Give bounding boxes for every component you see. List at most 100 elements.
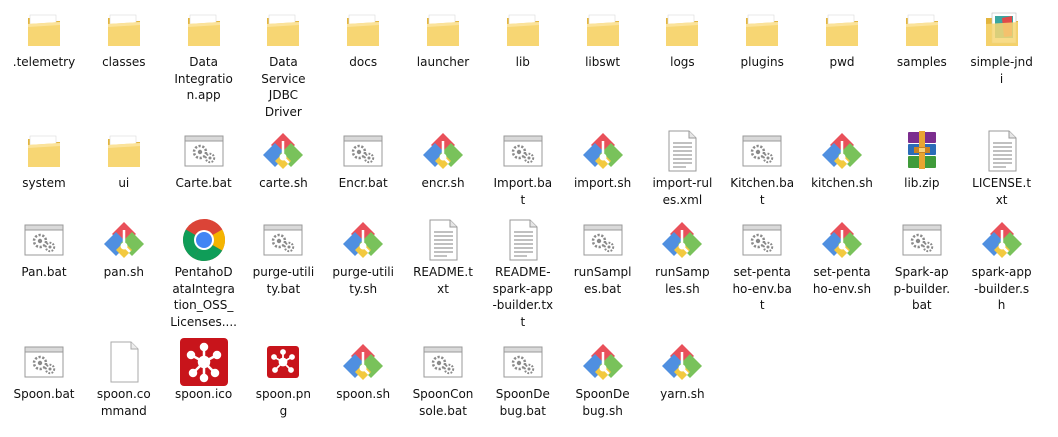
file-item-readme-spark-app-builder-txt[interactable]: README-spark-app -builder.tx t — [483, 210, 563, 329]
file-name-label: purge-utili ty.sh — [332, 265, 394, 296]
file-name-label: simple-jnd i — [970, 55, 1033, 86]
file-item-pan-bat[interactable]: Pan.bat — [4, 210, 84, 310]
file-item-logs[interactable]: logs — [642, 0, 722, 100]
folder-image-icon — [978, 6, 1026, 54]
file-name-label: ui — [118, 176, 130, 190]
file-name-label: .telemetry — [12, 55, 76, 69]
file-item-carte-sh[interactable]: carte.sh — [243, 121, 323, 221]
file-item-readme-txt[interactable]: README.t xt — [403, 210, 483, 310]
file-item-import-rules-xml[interactable]: import-rul es.xml — [642, 121, 722, 221]
file-item-kitchen-bat[interactable]: Kitchen.ba t — [722, 121, 802, 221]
file-name-label: set-penta ho-env.sh — [812, 265, 872, 296]
file-item-lib[interactable]: lib — [483, 0, 563, 100]
file-item-spark-app-builder-bat[interactable]: Spark-ap p-builder. bat — [882, 210, 962, 312]
batch-file-icon — [339, 127, 387, 175]
chrome-icon — [180, 216, 228, 264]
file-item-simple-jndi[interactable]: simple-jnd i — [962, 0, 1042, 100]
file-name-label: PentahoD ataIntegra tion_OSS_ Licenses.... — [170, 265, 237, 329]
file-item-data-service-jdbc-driver[interactable]: Data Service JDBC Driver — [243, 0, 323, 119]
file-name-label: spoon.co mmand — [96, 387, 151, 418]
text-file-icon — [658, 127, 706, 175]
file-name-label: Encr.bat — [338, 176, 388, 190]
file-item-spoonconsole-bat[interactable]: SpoonCon sole.bat — [403, 332, 483, 432]
file-name-label: spoon.pn g — [255, 387, 311, 418]
file-item-pan-sh[interactable]: pan.sh — [84, 210, 164, 310]
file-item-spoon-sh[interactable]: spoon.sh — [323, 332, 403, 432]
file-name-label: README.t xt — [413, 265, 473, 296]
file-name-label: docs — [349, 55, 378, 69]
file-item-launcher[interactable]: launcher — [403, 0, 483, 100]
folder-icon — [20, 127, 68, 175]
batch-file-icon — [419, 338, 467, 386]
file-name-label: purge-utili ty.bat — [252, 265, 315, 296]
shell-script-icon — [579, 127, 627, 175]
file-item-lib-zip[interactable]: lib.zip — [882, 121, 962, 221]
file-item-kitchen-sh[interactable]: kitchen.sh — [802, 121, 882, 221]
file-name-label: Kitchen.ba t — [730, 176, 795, 207]
file-item-spoon-png[interactable]: spoon.pn g — [243, 332, 323, 432]
file-item-samples[interactable]: samples — [882, 0, 962, 100]
file-name-label: yarn.sh — [660, 387, 705, 401]
file-name-label: carte.sh — [259, 176, 308, 190]
file-item-purge-utility-bat[interactable]: purge-utili ty.bat — [243, 210, 323, 310]
text-file-icon — [499, 216, 547, 264]
file-name-label: lib.zip — [904, 176, 940, 190]
file-item-import-bat[interactable]: Import.ba t — [483, 121, 563, 221]
file-name-label: Spark-ap p-builder. bat — [893, 265, 951, 312]
folder-icon — [898, 6, 946, 54]
file-item-carte-bat[interactable]: Carte.bat — [164, 121, 244, 221]
pentaho-ico-icon — [180, 338, 228, 386]
file-item-spoondebug-bat[interactable]: SpoonDe bug.bat — [483, 332, 563, 432]
shell-script-icon — [818, 127, 866, 175]
file-item-docs[interactable]: docs — [323, 0, 403, 100]
file-item-spark-app-builder-sh[interactable]: spark-app -builder.s h — [962, 210, 1042, 312]
file-name-label: samples — [896, 55, 947, 69]
shell-script-icon — [100, 216, 148, 264]
folder-icon — [20, 6, 68, 54]
file-item-spoon-bat[interactable]: Spoon.bat — [4, 332, 84, 432]
file-name-label: set-penta ho-env.ba t — [732, 265, 792, 312]
file-item-runsamples-sh[interactable]: runSamp les.sh — [642, 210, 722, 310]
file-name-label: libswt — [585, 55, 621, 69]
file-item-data-integration-app[interactable]: Data Integratio n.app — [164, 0, 244, 102]
file-item-pwd[interactable]: pwd — [802, 0, 882, 100]
file-item-yarn-sh[interactable]: yarn.sh — [642, 332, 722, 432]
file-item-import-sh[interactable]: import.sh — [563, 121, 643, 221]
folder-icon — [738, 6, 786, 54]
file-name-label: lib — [515, 55, 530, 69]
file-item-license-txt[interactable]: LICENSE.t xt — [962, 121, 1042, 221]
file-item-encr-sh[interactable]: encr.sh — [403, 121, 483, 221]
file-item-spoon-command[interactable]: spoon.co mmand — [84, 332, 164, 432]
batch-file-icon — [898, 216, 946, 264]
file-item-spoon-ico[interactable]: spoon.ico — [164, 332, 244, 432]
file-item-runsamples-bat[interactable]: runSampl es.bat — [563, 210, 643, 310]
folder-icon — [818, 6, 866, 54]
file-item-libswt[interactable]: libswt — [563, 0, 643, 100]
file-name-label: Pan.bat — [21, 265, 67, 279]
file-item-plugins[interactable]: plugins — [722, 0, 802, 100]
file-item-ui[interactable]: ui — [84, 121, 164, 221]
file-name-label: logs — [670, 55, 695, 69]
file-item-set-pentaho-env-sh[interactable]: set-penta ho-env.sh — [802, 210, 882, 310]
file-name-label: launcher — [416, 55, 470, 69]
file-item-system[interactable]: system — [4, 121, 84, 221]
file-name-label: SpoonCon sole.bat — [412, 387, 474, 418]
shell-script-icon — [818, 216, 866, 264]
file-item-encr-bat[interactable]: Encr.bat — [323, 121, 403, 221]
batch-file-icon — [738, 127, 786, 175]
winrar-archive-icon — [898, 127, 946, 175]
folder-icon — [658, 6, 706, 54]
file-name-label: SpoonDe bug.sh — [575, 387, 630, 418]
folder-icon — [259, 6, 307, 54]
file-icon-grid: .telemetry classes Data Integratio n.app Data… — [0, 0, 1058, 437]
file-item-pentahodataintegration-oss-licenses[interactable]: PentahoD ataIntegra tion_OSS_ Licenses.... — [164, 210, 244, 329]
file-item-spoondebug-sh[interactable]: SpoonDe bug.sh — [563, 332, 643, 432]
file-item-set-pentaho-env-bat[interactable]: set-penta ho-env.ba t — [722, 210, 802, 312]
file-item-telemetry[interactable]: .telemetry — [4, 0, 84, 100]
file-item-classes[interactable]: classes — [84, 0, 164, 100]
folder-icon — [100, 127, 148, 175]
folder-icon — [579, 6, 627, 54]
file-name-label: SpoonDe bug.bat — [495, 387, 550, 418]
file-name-label: pwd — [829, 55, 855, 69]
file-item-purge-utility-sh[interactable]: purge-utili ty.sh — [323, 210, 403, 310]
